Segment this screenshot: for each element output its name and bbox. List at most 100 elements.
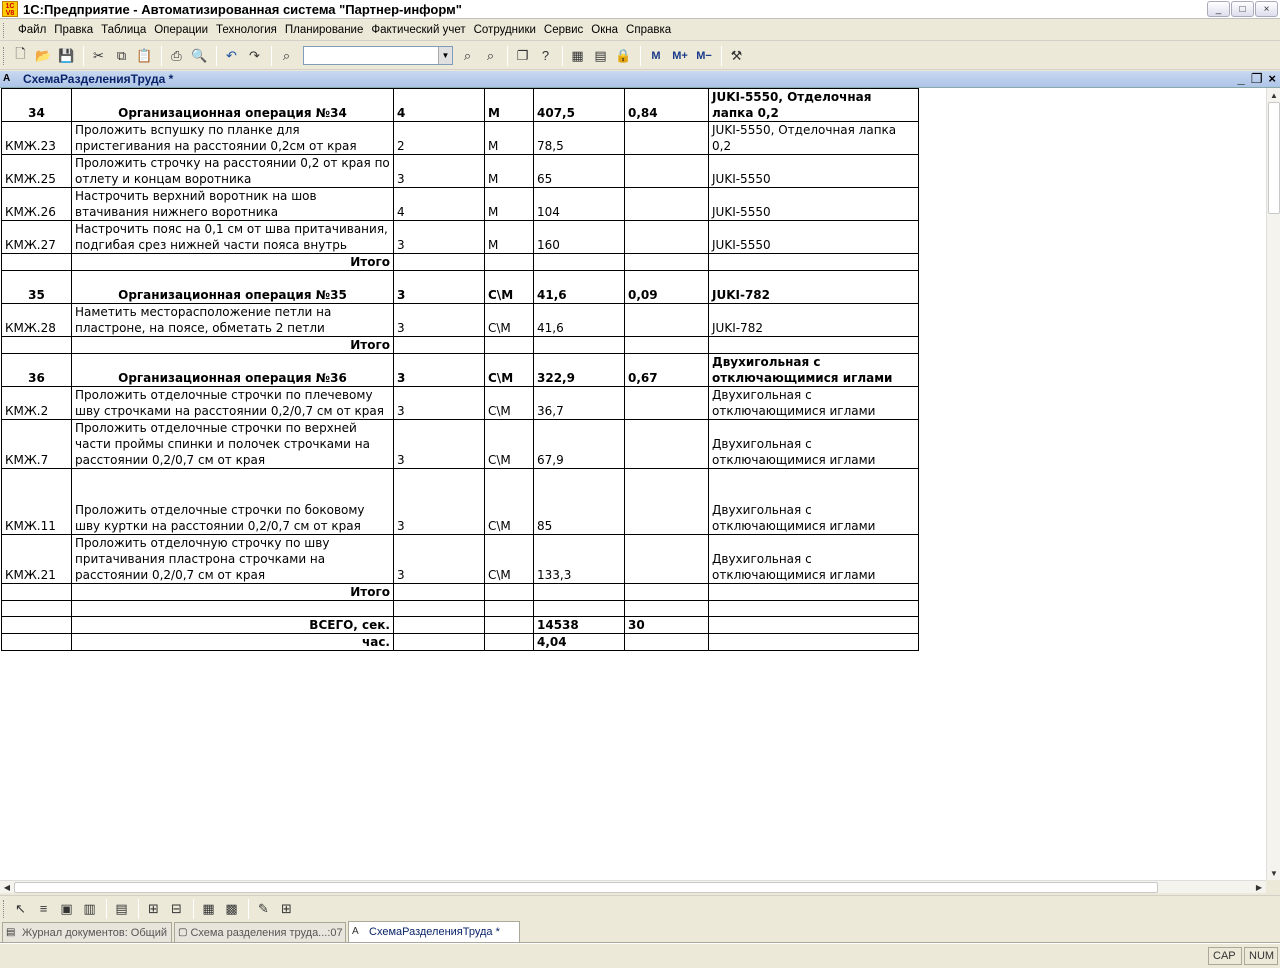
- headers-icon[interactable]: ▩: [221, 898, 242, 919]
- table-cell[interactable]: С\М: [484, 386, 534, 420]
- table-cell[interactable]: 36,7: [533, 386, 625, 420]
- minimize-button[interactable]: _: [1207, 1, 1230, 17]
- table-cell[interactable]: Настрочить пояс на 0,1 см от шва притачи…: [71, 220, 394, 254]
- table-cell[interactable]: С\М: [484, 353, 534, 387]
- redo-icon[interactable]: ↷: [244, 45, 265, 66]
- table-cell[interactable]: М: [484, 121, 534, 155]
- table-cell[interactable]: 407,5: [533, 88, 625, 122]
- table-cell[interactable]: Организационная операция №36: [71, 353, 394, 387]
- windows-icon[interactable]: ❐: [512, 45, 533, 66]
- table-cell[interactable]: 34: [1, 88, 72, 122]
- table-cell[interactable]: Организационная операция №34: [71, 88, 394, 122]
- table-cell[interactable]: [708, 633, 919, 651]
- delete-icon[interactable]: ⊟: [166, 898, 187, 919]
- table-cell[interactable]: Двухигольная с отключающимися иглами: [708, 353, 919, 387]
- table-cell[interactable]: С\М: [484, 534, 534, 584]
- table-cell[interactable]: 67,9: [533, 419, 625, 469]
- search-combobox[interactable]: ▼: [303, 46, 453, 65]
- table-cell[interactable]: [624, 468, 709, 535]
- memory-minus-button[interactable]: M−: [693, 45, 715, 66]
- table-cell[interactable]: Двухигольная с отключающимися иглами: [708, 386, 919, 420]
- table-cell[interactable]: 36: [1, 353, 72, 387]
- close-button[interactable]: ×: [1255, 1, 1278, 17]
- table-cell[interactable]: 4: [393, 187, 485, 221]
- table-cell[interactable]: 65: [533, 154, 625, 188]
- table-cell[interactable]: [533, 583, 625, 601]
- scroll-thumb[interactable]: [1268, 102, 1280, 214]
- help-icon[interactable]: ?: [535, 45, 556, 66]
- table-cell[interactable]: 78,5: [533, 121, 625, 155]
- table-cell[interactable]: [393, 600, 485, 617]
- table-cell[interactable]: 3: [393, 468, 485, 535]
- table-cell[interactable]: Итого: [71, 583, 394, 601]
- table-cell[interactable]: [624, 534, 709, 584]
- menu-technology[interactable]: Технология: [212, 24, 281, 36]
- table-cell[interactable]: [1, 600, 72, 617]
- table-cell[interactable]: Проложить отделочную строчку по шву прит…: [71, 534, 394, 584]
- print-icon[interactable]: ⎙: [166, 45, 187, 66]
- table-cell[interactable]: КМЖ.26: [1, 187, 72, 221]
- table-cell[interactable]: 3: [393, 220, 485, 254]
- table-cell[interactable]: Настрочить верхний воротник на шов втачи…: [71, 187, 394, 221]
- table-cell[interactable]: [624, 386, 709, 420]
- copy-icon[interactable]: ⧉: [111, 45, 132, 66]
- table-cell[interactable]: 322,9: [533, 353, 625, 387]
- table-cell[interactable]: [393, 583, 485, 601]
- menu-help[interactable]: Справка: [622, 24, 675, 36]
- table-cell[interactable]: JUKI-782: [708, 270, 919, 304]
- table-cell[interactable]: [1, 336, 72, 354]
- lock-icon[interactable]: 🔒: [613, 45, 634, 66]
- table-cell[interactable]: 4,04: [533, 633, 625, 651]
- vertical-scrollbar[interactable]: ▲ ▼: [1266, 88, 1280, 880]
- table-cell[interactable]: [624, 600, 709, 617]
- table-cell[interactable]: 0,09: [624, 270, 709, 304]
- table-cell[interactable]: КМЖ.21: [1, 534, 72, 584]
- insert-icon[interactable]: ⊞: [143, 898, 164, 919]
- table-cell[interactable]: 0,67: [624, 353, 709, 387]
- table-cell[interactable]: [484, 583, 534, 601]
- tab-labor-scheme[interactable]: ▢ Схема разделения труда...:07: [174, 922, 346, 942]
- table-cell[interactable]: 160: [533, 220, 625, 254]
- table-cell[interactable]: JUKI-5550: [708, 187, 919, 221]
- table-cell[interactable]: [484, 600, 534, 617]
- table-cell[interactable]: Итого: [71, 336, 394, 354]
- table-cell[interactable]: JUKI-5550, Отделочная лапка 0,2: [708, 88, 919, 122]
- menu-windows[interactable]: Окна: [587, 24, 622, 36]
- ole-icon[interactable]: ▤: [111, 898, 132, 919]
- table-cell[interactable]: КМЖ.25: [1, 154, 72, 188]
- menu-service[interactable]: Сервис: [540, 24, 587, 36]
- table-cell[interactable]: Проложить отделочные строчки по боковому…: [71, 468, 394, 535]
- table-cell[interactable]: JUKI-5550: [708, 154, 919, 188]
- table-cell[interactable]: КМЖ.28: [1, 303, 72, 337]
- table-cell[interactable]: Проложить строчку на расстоянии 0,2 от к…: [71, 154, 394, 188]
- scroll-down-icon[interactable]: ▼: [1267, 866, 1280, 880]
- print-preview-icon[interactable]: 🔍: [189, 45, 210, 66]
- table-cell[interactable]: 133,3: [533, 534, 625, 584]
- table-cell[interactable]: [533, 336, 625, 354]
- table-cell[interactable]: [393, 336, 485, 354]
- table-cell[interactable]: 3: [393, 154, 485, 188]
- table-cell[interactable]: Двухигольная с отключающимися иглами: [708, 419, 919, 469]
- table-cell[interactable]: JUKI-5550: [708, 220, 919, 254]
- doc-minimize-button[interactable]: _: [1238, 71, 1245, 87]
- table-cell[interactable]: [624, 419, 709, 469]
- scroll-right-icon[interactable]: ▶: [1252, 881, 1266, 894]
- chevron-down-icon[interactable]: ▼: [438, 47, 452, 64]
- chart-icon[interactable]: ▥: [79, 898, 100, 919]
- table-cell[interactable]: 30: [624, 616, 709, 634]
- table-cell[interactable]: С\М: [484, 419, 534, 469]
- table-cell[interactable]: Организационная операция №35: [71, 270, 394, 304]
- table-cell[interactable]: [624, 303, 709, 337]
- table-cell[interactable]: [624, 187, 709, 221]
- table-cell[interactable]: Наметить месторасположение петли на плас…: [71, 303, 394, 337]
- table-cell[interactable]: 3: [393, 303, 485, 337]
- table-cell[interactable]: [624, 336, 709, 354]
- table-cell[interactable]: 2: [393, 121, 485, 155]
- table-cell[interactable]: 35: [1, 270, 72, 304]
- menu-operations[interactable]: Операции: [150, 24, 212, 36]
- table-cell[interactable]: 41,6: [533, 303, 625, 337]
- toolbar-grip[interactable]: [3, 47, 6, 65]
- edit-icon[interactable]: ✎: [253, 898, 274, 919]
- table-cell[interactable]: [624, 633, 709, 651]
- table-cell[interactable]: [624, 253, 709, 271]
